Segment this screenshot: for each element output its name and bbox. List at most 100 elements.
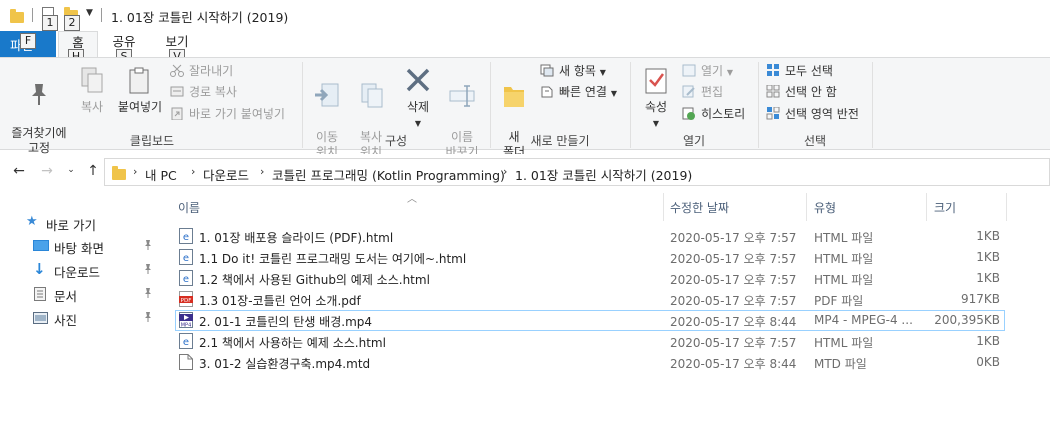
breadcrumb-chevron-icon[interactable]: › <box>260 165 264 178</box>
file-name: 3. 01-2 실습환경구축.mp4.mtd <box>199 357 371 371</box>
properties-check-icon <box>645 68 667 94</box>
file-type: HTML 파일 <box>814 252 874 266</box>
rename-icon <box>449 85 475 107</box>
back-arrow-icon[interactable]: ← <box>10 163 28 179</box>
table-row[interactable]: 3. 01-2 실습환경구축.mp4.mtd 2020-05-17 오후 8:4… <box>175 352 1005 373</box>
table-row[interactable]: e 1.1 Do it! 코틀린 프로그래밍 도서는 여기에~.html 202… <box>175 247 1005 268</box>
file-date: 2020-05-17 오후 7:57 <box>670 336 797 350</box>
properties-button[interactable]: 속성 ▼ <box>636 66 676 131</box>
select-none-button[interactable]: 선택 안 함 <box>766 83 837 101</box>
column-header-name[interactable]: 이름 <box>178 199 200 221</box>
file-type: MTD 파일 <box>814 357 867 371</box>
forward-arrow-icon[interactable]: → <box>38 163 56 179</box>
table-row[interactable]: e 1.2 책에서 사용된 Github의 예제 소스.html 2020-05… <box>175 268 1005 289</box>
history-button[interactable]: 히스토리 <box>682 105 745 123</box>
select-all-button[interactable]: 모두 선택 <box>766 62 833 80</box>
delete-button[interactable]: 삭제 ▼ <box>398 66 438 131</box>
copy-path-button[interactable]: 경로 복사 <box>170 83 237 101</box>
paste-icon <box>129 67 149 94</box>
properties-chevron-icon[interactable]: ▼ <box>653 119 659 128</box>
table-row[interactable]: e 2.1 책에서 사용하는 예제 소스.html 2020-05-17 오후 … <box>175 331 1005 352</box>
ribbon: 즐겨찾기에 고정 복사 붙여넣기 잘라내기 경로 복사 바로 가기 붙여넣기 클… <box>0 57 1050 159</box>
svg-text:e: e <box>183 337 189 348</box>
tab-home-label: 홈 <box>72 35 84 50</box>
column-header-date[interactable]: 수정한 날짜 <box>670 199 729 221</box>
table-row[interactable]: PDF 1.3 01장-코틀린 언어 소개.pdf 2020-05-17 오후 … <box>175 289 1005 310</box>
breadcrumb-chevron-icon[interactable]: › <box>191 165 195 178</box>
svg-text:PDF: PDF <box>181 298 192 304</box>
breadcrumb-this-pc[interactable]: 내 PC <box>145 165 177 184</box>
tab-share-label: 공유 <box>112 34 136 49</box>
new-item-label: 새 항목 <box>559 64 596 78</box>
paste-label: 붙여넣기 <box>117 100 163 114</box>
mp4-file-icon: MP4 <box>179 312 193 328</box>
history-icon <box>682 107 695 120</box>
easy-access-icon <box>541 86 553 98</box>
tab-file[interactable]: 파일 F <box>0 31 56 57</box>
table-row[interactable]: e 1. 01장 배포용 슬라이드 (PDF).html 2020-05-17 … <box>175 226 1005 247</box>
file-name: 1.3 01장-코틀린 언어 소개.pdf <box>199 294 361 308</box>
invert-selection-button[interactable]: 선택 영역 반전 <box>766 105 859 123</box>
keytip-2: 2 <box>64 15 80 31</box>
column-divider[interactable] <box>806 193 807 221</box>
open-chevron-icon: ▼ <box>726 68 734 77</box>
invert-selection-icon <box>766 107 780 120</box>
window-title: 1. 01장 코틀린 시작하기 (2019) <box>111 10 289 25</box>
file-size: 0KB <box>976 355 1000 369</box>
copy-icon <box>81 67 103 93</box>
breadcrumb-current-folder[interactable]: 1. 01장 코틀린 시작하기 (2019) <box>515 165 692 184</box>
breadcrumb-downloads[interactable]: 다운로드 <box>203 165 249 184</box>
separator <box>490 62 491 148</box>
open-group-label: 열기 <box>682 134 706 148</box>
ribbon-tabs: 파일 F 홈 H 공유 S 보기 V <box>0 31 1050 65</box>
delete-x-icon <box>406 68 430 92</box>
delete-dropdown-chevron-icon[interactable]: ▼ <box>415 119 421 128</box>
file-type: HTML 파일 <box>814 336 874 350</box>
edit-button[interactable]: 편집 <box>682 83 723 101</box>
easy-access-button[interactable]: 빠른 연결 ▼ <box>540 83 617 103</box>
breadcrumb-chevron-icon[interactable]: › <box>503 165 507 178</box>
copy-path-icon <box>170 86 184 97</box>
separator <box>32 8 33 22</box>
select-none-label: 선택 안 함 <box>785 85 837 99</box>
copy-button[interactable]: 복사 <box>74 66 110 115</box>
new-item-button[interactable]: 새 항목 ▼ <box>540 62 606 82</box>
column-header-size[interactable]: 크기 <box>934 199 956 221</box>
file-date: 2020-05-17 오후 7:57 <box>670 252 797 266</box>
column-divider[interactable] <box>926 193 927 221</box>
new-folder-icon <box>504 87 524 107</box>
column-divider[interactable] <box>663 193 664 221</box>
up-arrow-icon[interactable]: ↑ <box>84 163 102 179</box>
recent-locations-chevron-icon[interactable]: ⌄ <box>62 165 80 175</box>
table-row-selected[interactable]: MP4 2. 01-1 코틀린의 탄생 배경.mp4 2020-05-17 오후… <box>175 310 1005 331</box>
easy-access-label: 빠른 연결 <box>559 85 607 99</box>
column-header-type[interactable]: 유형 <box>814 199 836 221</box>
column-divider[interactable] <box>1006 193 1007 221</box>
open-label: 열기 <box>701 64 724 78</box>
address-bar[interactable]: › 내 PC › 다운로드 › 코틀린 프로그래밍 (Kotlin Progra… <box>104 158 1050 186</box>
paste-shortcut-button[interactable]: 바로 가기 붙여넣기 <box>170 105 285 123</box>
new-item-icon <box>540 64 554 77</box>
separator <box>872 62 873 148</box>
customize-toolbar-chevron-icon[interactable]: ▼ <box>86 8 93 18</box>
folder-icon <box>112 166 126 180</box>
html-file-icon: e <box>179 249 193 265</box>
scissors-icon <box>170 64 184 77</box>
breadcrumb-chevron-icon[interactable]: › <box>133 165 137 178</box>
file-name: 1. 01장 배포용 슬라이드 (PDF).html <box>199 231 394 245</box>
edit-label: 편집 <box>701 85 724 99</box>
move-to-icon <box>315 83 339 107</box>
tab-view-label: 보기 <box>165 34 189 49</box>
copy-to-icon <box>361 83 383 108</box>
cut-button[interactable]: 잘라내기 <box>170 62 233 80</box>
file-date: 2020-05-17 오후 7:57 <box>670 231 797 245</box>
delete-label: 삭제 <box>406 100 430 114</box>
separator <box>101 8 102 22</box>
open-button[interactable]: 열기 ▼ <box>682 62 733 82</box>
file-icon <box>179 354 193 370</box>
paste-button[interactable]: 붙여넣기 <box>114 66 166 115</box>
pdf-file-icon: PDF <box>179 291 193 307</box>
navigation-row: ← → ⌄ ↑ › 내 PC › 다운로드 › 코틀린 프로그래밍 (Kotli… <box>0 154 1050 190</box>
file-type: HTML 파일 <box>814 273 874 287</box>
breadcrumb-kotlin-programming[interactable]: 코틀린 프로그래밍 (Kotlin Programming) <box>272 165 505 184</box>
